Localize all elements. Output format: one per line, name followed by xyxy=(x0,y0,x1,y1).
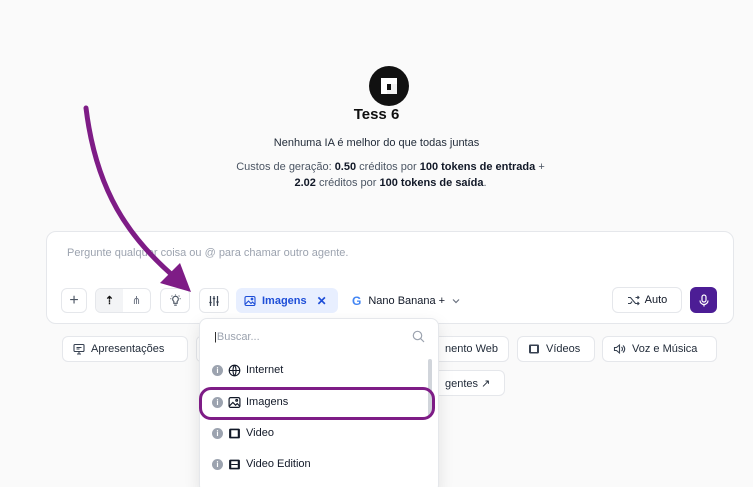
search-icon xyxy=(412,330,425,343)
voice-music-label: Voz e Música xyxy=(632,343,698,355)
web-label: nento Web xyxy=(445,343,499,355)
tool-item-label: Video Edition xyxy=(246,458,311,470)
tool-item-label: Internet xyxy=(246,364,284,376)
annotation-highlight xyxy=(199,387,435,420)
film-icon xyxy=(229,428,240,438)
videos-chip[interactable]: Vídeos xyxy=(517,336,595,362)
auto-label: Auto xyxy=(644,294,668,306)
close-icon[interactable]: ✕ xyxy=(317,294,327,308)
tools-search-input[interactable]: |Buscar... xyxy=(214,331,260,343)
speaker-icon xyxy=(613,343,626,355)
cost-line-2: 2.02 créditos por 100 tokens de saída. xyxy=(294,177,487,189)
images-tool-chip[interactable]: Imagens ✕ xyxy=(236,288,338,313)
prompt-input[interactable]: Pergunte qualquer coisa ou @ para chamar… xyxy=(67,247,348,259)
web-chip[interactable]: nento Web xyxy=(430,336,509,362)
tree-mode-icon[interactable]: ⋔ xyxy=(123,289,150,312)
app-title: Tess 6 xyxy=(353,106,400,123)
presentations-chip[interactable]: Apresentações xyxy=(62,336,188,362)
agents-chip[interactable]: gentes ↗ xyxy=(430,370,505,396)
image-icon xyxy=(244,295,256,306)
sliders-icon xyxy=(209,295,219,306)
tool-item-label: Video xyxy=(246,427,274,439)
lightbulb-icon xyxy=(169,294,181,306)
presentations-label: Apresentações xyxy=(91,343,165,355)
tool-item-video[interactable]: i Video xyxy=(210,420,432,446)
tagline: Nenhuma IA é melhor do que todas juntas xyxy=(273,137,480,149)
model-selector[interactable]: G Nano Banana + xyxy=(352,288,460,313)
single-mode-icon[interactable]: ⇡ xyxy=(96,289,123,312)
mic-button[interactable] xyxy=(690,287,717,313)
presentation-icon xyxy=(73,343,85,355)
mode-toggle[interactable]: ⇡ ⋔ xyxy=(95,288,151,313)
globe-icon xyxy=(228,364,241,376)
voice-music-chip[interactable]: Voz e Música xyxy=(602,336,717,362)
film-edit-icon xyxy=(229,459,240,469)
microphone-icon xyxy=(698,293,709,306)
tools-button[interactable] xyxy=(199,288,229,313)
model-name: Nano Banana + xyxy=(368,294,446,307)
add-button[interactable]: + xyxy=(61,288,87,313)
agents-label: gentes ↗ xyxy=(445,377,491,390)
images-chip-label: Imagens xyxy=(262,294,307,307)
plus-icon: + xyxy=(69,291,79,309)
auto-button[interactable]: Auto xyxy=(612,287,682,313)
film-icon xyxy=(529,344,539,354)
chevron-down-icon xyxy=(452,298,460,303)
cost-line-1: Custos de geração: 0.50 créditos por 100… xyxy=(236,161,545,173)
tess-logo xyxy=(369,66,409,106)
info-icon[interactable]: i xyxy=(212,427,223,439)
info-icon[interactable]: i xyxy=(212,364,223,376)
tool-item-internet[interactable]: i Internet xyxy=(210,357,432,383)
tool-item-video-edition[interactable]: i Video Edition xyxy=(210,451,432,477)
videos-label: Vídeos xyxy=(546,343,581,355)
info-icon[interactable]: i xyxy=(212,458,223,470)
shuffle-icon xyxy=(627,295,640,305)
google-icon: G xyxy=(352,293,362,308)
ideas-button[interactable] xyxy=(160,288,190,313)
